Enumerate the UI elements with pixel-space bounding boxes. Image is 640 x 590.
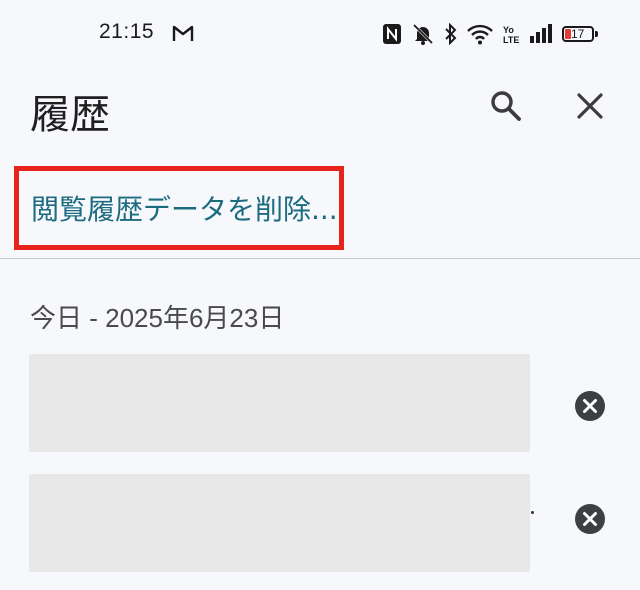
volte-icon: Yo LTE: [502, 23, 520, 45]
remove-history-item-button[interactable]: [572, 390, 608, 426]
divider: [0, 258, 640, 259]
remove-history-item-button[interactable]: [572, 503, 608, 539]
search-icon: [489, 89, 523, 127]
clear-browsing-data-label: 閲覧履歴データを削除...: [31, 193, 338, 226]
close-icon: [575, 91, 605, 125]
nfc-icon: [382, 23, 402, 45]
status-time: 21:15: [99, 20, 155, 43]
wifi-icon: [467, 23, 493, 45]
battery-icon: 17: [562, 24, 600, 44]
status-bar: 21:15 Yo LTE 17: [0, 0, 640, 68]
bluetooth-icon: [444, 23, 458, 45]
remove-circle-icon: [574, 503, 606, 539]
svg-text:Yo: Yo: [503, 25, 514, 35]
date-header: 今日 - 2025年6月23日: [30, 303, 285, 333]
mute-icon: [411, 23, 435, 45]
signal-icon: [529, 24, 553, 44]
history-item-placeholder: [29, 354, 530, 452]
history-item-placeholder: [29, 474, 530, 572]
history-item[interactable]: [29, 354, 530, 452]
overflow-dot: [531, 511, 534, 514]
battery-level: 17: [571, 27, 585, 41]
status-icons: Yo LTE 17: [382, 20, 600, 48]
gmail-icon: [172, 24, 194, 42]
app-bar: 履歴: [0, 68, 640, 148]
remove-circle-icon: [574, 390, 606, 426]
page-title: 履歴: [30, 92, 110, 138]
clear-browsing-data-link[interactable]: 閲覧履歴データを削除...: [14, 166, 344, 250]
svg-text:LTE: LTE: [503, 35, 519, 45]
search-button[interactable]: [482, 84, 530, 132]
close-button[interactable]: [566, 84, 614, 132]
history-item[interactable]: [29, 474, 530, 572]
